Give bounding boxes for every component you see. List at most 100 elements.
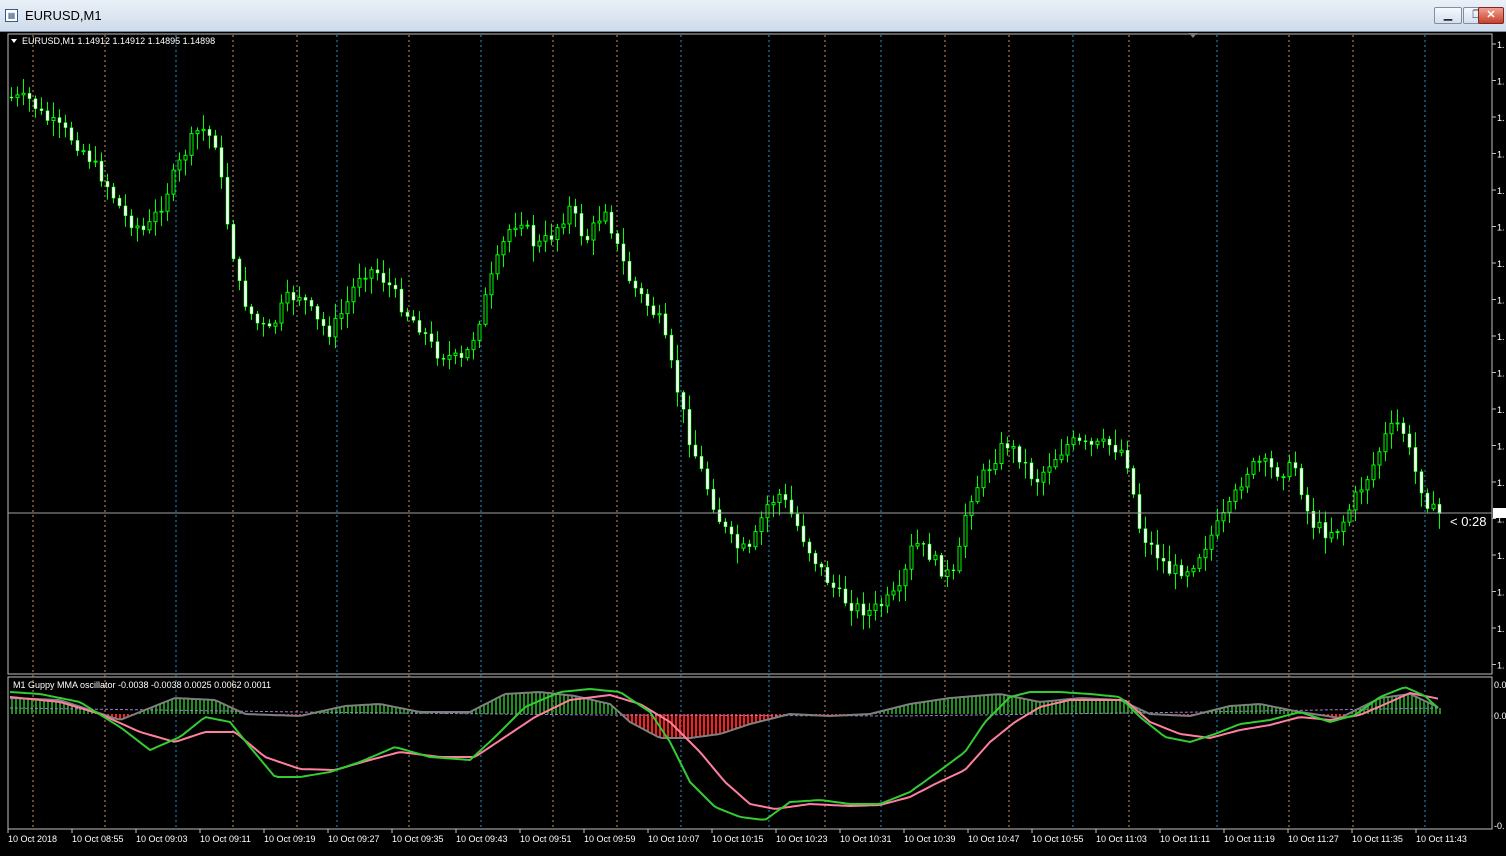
candle-bear (1029, 462, 1034, 480)
candle-bull (777, 493, 782, 503)
candle-bull (945, 569, 950, 577)
candle-bear (1407, 433, 1412, 448)
candle-bear (1035, 478, 1040, 483)
candle-bear (225, 176, 230, 225)
price-tick-label: 1. (1497, 150, 1505, 160)
candle-bull (987, 469, 992, 472)
candle-bear (579, 213, 584, 237)
candle-bull (195, 130, 200, 135)
candle-bull (1041, 471, 1046, 483)
candle-bear (255, 313, 260, 324)
candle-bull (561, 223, 566, 229)
price-tick-label: 1. (1497, 113, 1505, 123)
candle-bear (729, 526, 734, 535)
candle-bear (99, 160, 104, 182)
candle-bull (993, 463, 998, 471)
chart-area[interactable]: EURUSD,M1 1.14912 1.14912 1.14895 1.1489… (0, 32, 1506, 851)
candle-bear (819, 563, 824, 568)
candle-bear (939, 555, 944, 577)
price-tick-label: 1. (1497, 478, 1505, 488)
candle-bull (183, 154, 188, 161)
candle-bull (1071, 437, 1076, 446)
candle-bear (615, 233, 620, 244)
candle-bull (903, 568, 908, 587)
candle-bull (1233, 489, 1238, 503)
candle-bull (897, 585, 902, 592)
candle-bear (1155, 544, 1160, 559)
candle-bull (363, 277, 368, 280)
candle-bear (807, 541, 812, 554)
candle-bear (723, 521, 728, 528)
candle-bull (1239, 486, 1244, 491)
candle-bull (1185, 571, 1190, 577)
candle-bull (1329, 531, 1334, 539)
candle-bull (519, 224, 524, 229)
candle-bull (975, 487, 980, 503)
candle-bear (609, 211, 614, 234)
time-tick-label: 10 Oct 11:19 (1224, 834, 1275, 844)
candle-bear (441, 358, 446, 360)
candle-bear (321, 319, 326, 327)
indicator-frame (7, 676, 1493, 830)
candle-bull (891, 590, 896, 596)
candle-bull (957, 545, 962, 572)
chart-window-icon[interactable]: ▦ (5, 9, 18, 22)
candle-bear (435, 341, 440, 359)
window-title: EURUSD,M1 (25, 8, 102, 23)
candle-bull (369, 269, 374, 279)
candle-bear (303, 297, 308, 301)
candle-bull (135, 225, 140, 229)
candle-bear (825, 567, 830, 584)
price-tick-label: 1. (1497, 40, 1505, 50)
candle-bull (1101, 438, 1106, 442)
candle-bear (405, 311, 410, 317)
candle-bear (387, 282, 392, 286)
candle-bull (1287, 461, 1292, 478)
chart-canvas[interactable]: EURUSD,M1 1.14912 1.14912 1.14895 1.1489… (0, 32, 1506, 851)
candle-bear (1143, 528, 1148, 543)
candle-bear (837, 587, 842, 590)
candle-bear (411, 316, 416, 321)
time-tick-label: 10 Oct 09:59 (584, 834, 636, 844)
candle-bear (573, 205, 578, 214)
price-tick-label: 1. (1497, 551, 1505, 561)
candle-bear (45, 110, 50, 121)
window-titlebar[interactable]: ▦ EURUSD,M1 ▁ ❐ ✕ (0, 0, 1506, 32)
candle-bull (501, 241, 506, 256)
candle-bear (1113, 444, 1118, 453)
candle-bull (465, 349, 470, 359)
candle-bull (1095, 440, 1100, 446)
candle-bull (333, 317, 338, 338)
candle-bull (855, 603, 860, 612)
candle-bull (1257, 460, 1262, 463)
candle-bear (1419, 471, 1424, 494)
candle-bull (477, 323, 482, 341)
candle-bear (231, 223, 236, 260)
candle-bear (633, 280, 638, 289)
candle-bear (621, 243, 626, 262)
candle-bear (243, 280, 248, 307)
candle-bull (15, 94, 20, 99)
price-tick-label: 1. (1497, 186, 1505, 196)
minimize-button[interactable]: ▁ (1434, 7, 1462, 24)
candle-bull (1221, 511, 1226, 522)
candle-bear (1089, 440, 1094, 445)
price-tick-label: 1. (1497, 515, 1505, 525)
candle-bull (555, 227, 560, 241)
candle-bull (963, 514, 968, 547)
candle-bull (345, 301, 350, 315)
candle-bear (687, 409, 692, 446)
candle-bull (1431, 503, 1436, 510)
candle-bear (423, 332, 428, 335)
candle-bull (1053, 459, 1058, 468)
candle-bear (1323, 522, 1328, 539)
time-tick-label: 10 Oct 10:23 (776, 834, 828, 844)
candle-bull (981, 469, 986, 489)
candle-bear (1083, 440, 1088, 442)
close-button[interactable]: ✕ (1478, 7, 1504, 24)
time-axis: 10 Oct 2018 10 Oct 08:55 10 Oct 09:03 10 Oc… (7, 829, 1467, 844)
candle-bull (1335, 531, 1340, 534)
candle-bull (483, 294, 488, 325)
candle-bull (867, 609, 872, 616)
candle-bear (1425, 492, 1430, 509)
